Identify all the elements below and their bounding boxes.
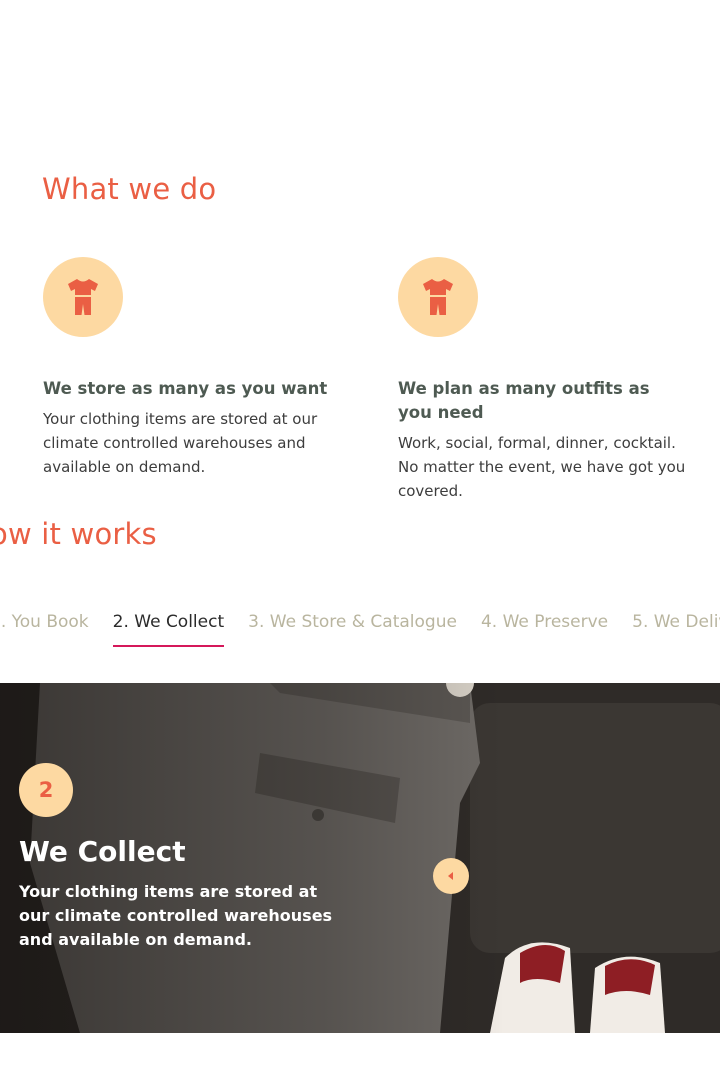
step-slide: 2 We Collect Your clothing items are sto…: [0, 683, 720, 1033]
caret-left-icon: [448, 872, 453, 880]
previous-slide-button[interactable]: [433, 858, 469, 894]
feature-title: We plan as many outfits as you need: [398, 379, 650, 422]
feature-description: Your clothing items are stored at our cl…: [43, 410, 318, 476]
tab-we-collect[interactable]: 2. We Collect: [112, 612, 225, 647]
slide-title: We Collect: [19, 835, 186, 868]
tab-we-deliver[interactable]: 5. We Deliver: [632, 612, 720, 647]
slide-description: Your clothing items are stored at our cl…: [19, 882, 333, 949]
feature-description: Work, social, formal, dinner, cocktail. …: [398, 434, 686, 500]
what-we-do-title: What we do: [42, 172, 217, 206]
step-number-badge: 2: [19, 763, 73, 817]
feature-title: We store as many as you want: [43, 379, 328, 398]
tab-we-preserve[interactable]: 4. We Preserve: [481, 612, 608, 647]
clothing-icon: [398, 257, 478, 337]
clothing-icon: [43, 257, 123, 337]
feature-outfits: We plan as many outfits as you need Work…: [398, 257, 688, 503]
how-it-works-title: How it works: [0, 517, 157, 551]
feature-storage: We store as many as you want Your clothi…: [43, 257, 343, 479]
steps-tabs: 1. You Book 2. We Collect 3. We Store & …: [0, 612, 720, 647]
tab-you-book[interactable]: 1. You Book: [0, 612, 89, 647]
tab-we-store-catalogue[interactable]: 3. We Store & Catalogue: [248, 612, 457, 647]
